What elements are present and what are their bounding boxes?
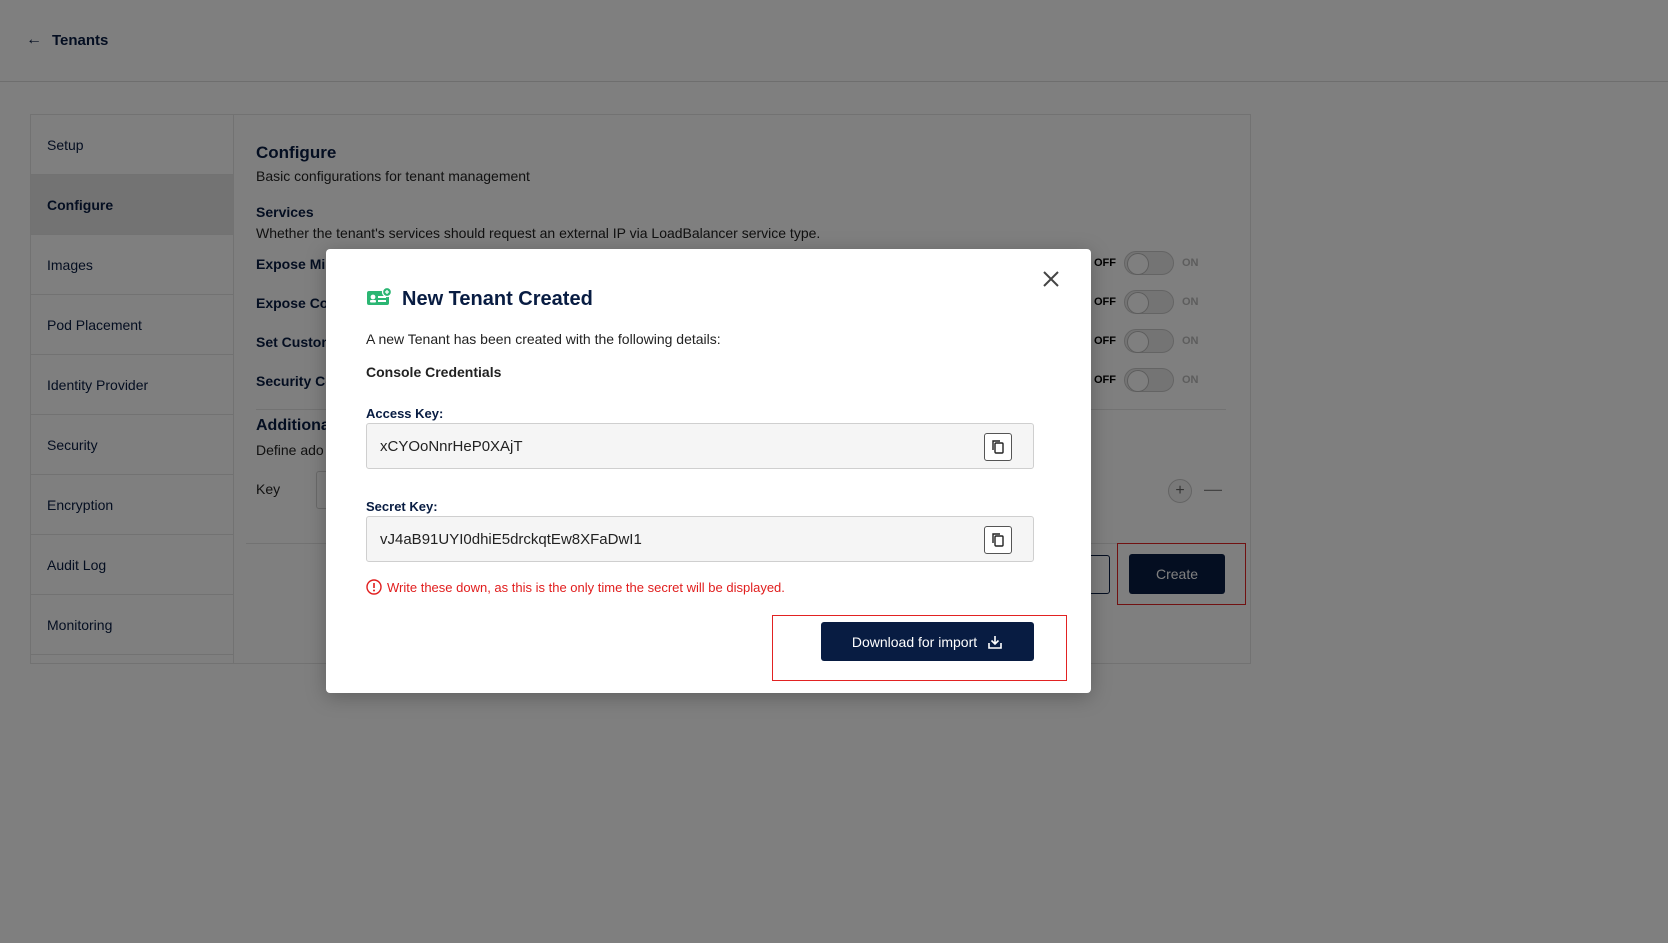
tenant-id-card-icon bbox=[366, 286, 393, 312]
warning-text: Write these down, as this is the only ti… bbox=[387, 579, 785, 595]
access-key-field[interactable]: xCYOoNnrHeP0XAjT bbox=[366, 423, 1034, 469]
download-for-import-button[interactable]: Download for import bbox=[821, 622, 1034, 661]
secret-key-field[interactable]: vJ4aB91UYI0dhiE5drckqtEw8XFaDwI1 bbox=[366, 516, 1034, 562]
copy-access-key-button[interactable] bbox=[984, 433, 1012, 461]
access-key-value: xCYOoNnrHeP0XAjT bbox=[380, 438, 523, 455]
secret-key-label: Secret Key: bbox=[366, 499, 438, 514]
access-key-label: Access Key: bbox=[366, 406, 444, 421]
modal-title: New Tenant Created bbox=[402, 288, 593, 310]
new-tenant-modal: New Tenant Created A new Tenant has been… bbox=[326, 249, 1091, 693]
credentials-section-title: Console Credentials bbox=[366, 364, 502, 380]
copy-icon bbox=[992, 533, 1004, 547]
close-icon[interactable] bbox=[1039, 267, 1063, 291]
modal-header: New Tenant Created bbox=[366, 286, 593, 312]
download-button-label: Download for import bbox=[851, 633, 978, 650]
secret-warning: Write these down, as this is the only ti… bbox=[366, 579, 785, 595]
alert-circle-icon bbox=[366, 579, 382, 595]
copy-icon bbox=[992, 440, 1004, 454]
copy-secret-key-button[interactable] bbox=[984, 526, 1012, 554]
modal-description: A new Tenant has been created with the f… bbox=[366, 331, 721, 347]
secret-key-value: vJ4aB91UYI0dhiE5drckqtEw8XFaDwI1 bbox=[380, 531, 642, 548]
download-icon bbox=[988, 635, 1002, 649]
